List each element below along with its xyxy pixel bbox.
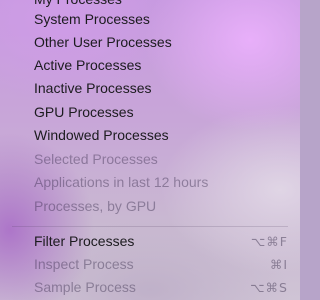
menu-item-label: Inspect Process [34, 256, 134, 272]
menu-item-active-processes[interactable]: Active Processes [34, 54, 290, 77]
menu-item-label: Sample Process [34, 279, 136, 295]
menu-item-inactive-processes[interactable]: Inactive Processes [34, 77, 290, 100]
menu-item-label: Filter Processes [34, 233, 135, 249]
menu-item-other-user-processes[interactable]: Other User Processes [34, 31, 290, 54]
menu-item-label: Windowed Processes [34, 127, 169, 143]
menu-item-label: Applications in last 12 hours [34, 174, 209, 190]
menu-item-processes-by-gpu: Processes, by GPU [34, 195, 290, 218]
menu-item-label: Inactive Processes [34, 80, 152, 96]
keyboard-shortcut: ⌘I [269, 257, 288, 272]
menu-item-windowed-processes[interactable]: Windowed Processes [34, 124, 290, 147]
menu-item-gpu-processes[interactable]: GPU Processes [34, 101, 290, 124]
menu-item-filter-processes[interactable]: Filter Processes ⌥⌘F [34, 230, 290, 253]
menu-item-system-processes[interactable]: System Processes [34, 8, 290, 31]
menu-item-label: Processes, by GPU [34, 198, 157, 214]
menu-item-label: System Processes [34, 11, 150, 27]
menu-item-label: Other User Processes [34, 34, 172, 50]
menu-item-sample-process: Sample Process ⌥⌘S [34, 276, 290, 299]
menu-item-label: Selected Processes [34, 151, 158, 167]
menu-separator [12, 226, 288, 227]
keyboard-shortcut: ⌥⌘F [250, 234, 288, 249]
keyboard-shortcut: ⌥⌘S [250, 280, 288, 295]
menu-item-inspect-process: Inspect Process ⌘I [34, 253, 290, 276]
menu-item-selected-processes: Selected Processes [34, 148, 290, 171]
menu-item-label: GPU Processes [34, 104, 134, 120]
menu-item-applications-last-12-hours: Applications in last 12 hours [34, 171, 290, 194]
menu-item-label: Active Processes [34, 57, 142, 73]
